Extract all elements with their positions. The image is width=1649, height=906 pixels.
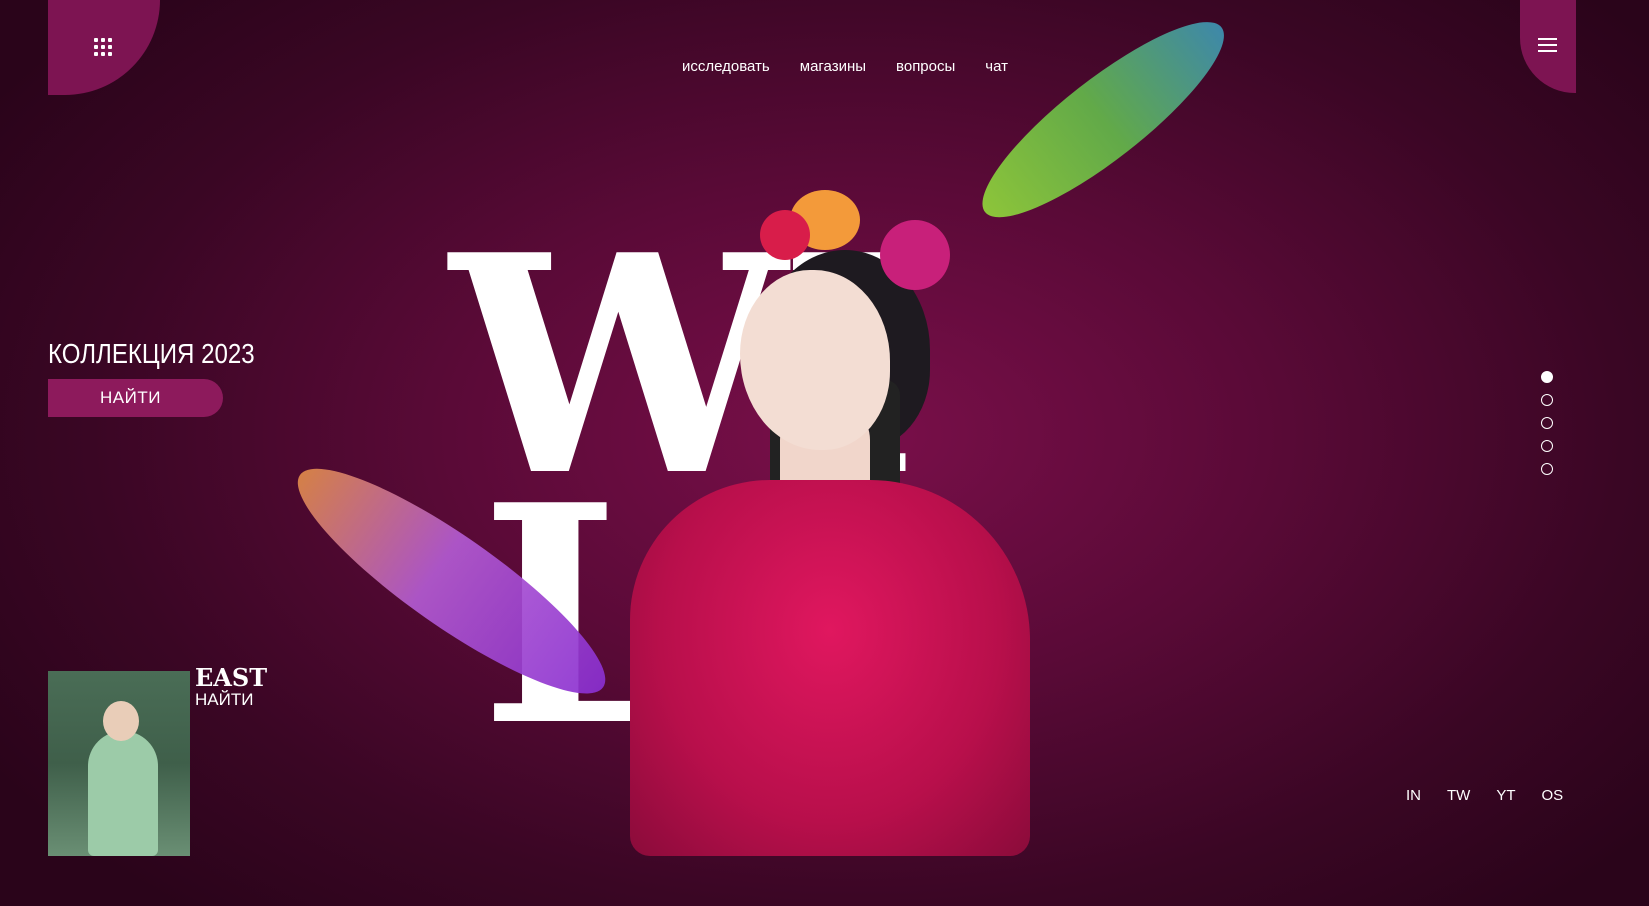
- model-dress: [630, 480, 1030, 856]
- find-button[interactable]: НАЙТИ: [48, 379, 223, 417]
- nav-chat[interactable]: чат: [985, 58, 1008, 75]
- model-head: [740, 270, 890, 450]
- flower-red: [760, 210, 810, 260]
- nav-questions[interactable]: вопросы: [896, 58, 955, 75]
- thumb-face: [103, 701, 139, 741]
- social-instagram[interactable]: IN: [1406, 787, 1421, 804]
- social-twitter[interactable]: TW: [1447, 787, 1470, 804]
- social-links: IN TW YT OS: [1406, 787, 1563, 804]
- nav-shops[interactable]: магазины: [800, 58, 866, 75]
- slider-dot-5[interactable]: [1541, 463, 1553, 475]
- east-collection-thumbnail[interactable]: [48, 671, 190, 856]
- hero-model-image: [620, 180, 1040, 856]
- east-find-link[interactable]: НАЙТИ: [195, 690, 253, 710]
- social-youtube[interactable]: YT: [1496, 787, 1515, 804]
- slider-dot-4[interactable]: [1541, 440, 1553, 452]
- flower-pink: [880, 220, 950, 290]
- slider-dot-1[interactable]: [1541, 371, 1553, 383]
- hamburger-menu-icon[interactable]: [1538, 38, 1557, 54]
- thumb-figure: [88, 731, 158, 856]
- nav-explore[interactable]: исследовать: [682, 58, 770, 75]
- apps-grid-icon[interactable]: [94, 38, 112, 56]
- slider-dots: [1541, 371, 1553, 475]
- slider-dot-2[interactable]: [1541, 394, 1553, 406]
- main-nav: исследовать магазины вопросы чат: [682, 58, 1008, 75]
- social-os[interactable]: OS: [1542, 787, 1564, 804]
- east-title: EAST: [195, 663, 268, 692]
- slider-dot-3[interactable]: [1541, 417, 1553, 429]
- collection-title: КОЛЛЕКЦИЯ 2023: [48, 338, 255, 369]
